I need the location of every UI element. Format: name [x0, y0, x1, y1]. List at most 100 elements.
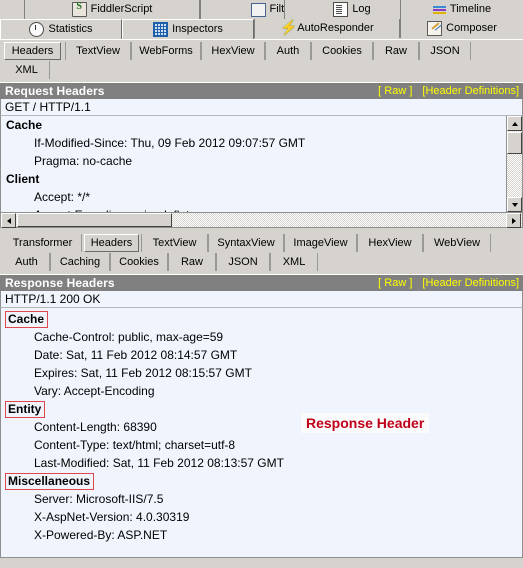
header-row: Expires: Sat, 11 Feb 2012 08:15:57 GMT: [34, 366, 252, 380]
header-row: X-AspNet-Version: 4.0.30319: [34, 510, 190, 524]
tab-label: Headers: [11, 45, 54, 57]
tab-label: ImageView: [293, 237, 348, 249]
tab-label: Caching: [59, 256, 101, 268]
tab-timeline[interactable]: Timeline: [400, 0, 523, 19]
status-line-field[interactable]: HTTP/1.1 200 OK: [0, 291, 523, 308]
tab-label: WebForms: [139, 45, 193, 57]
main-tab-strip: FiddlerScript Filters Log Timeline Stati…: [0, 0, 523, 40]
tab-label: Log: [352, 3, 371, 15]
header-row: Accept: */*: [34, 190, 91, 204]
tab-label: SyntaxView: [217, 237, 275, 249]
response-raw-link[interactable]: [ Raw ]: [378, 277, 412, 289]
clock-icon: [29, 22, 45, 37]
tab-autoresponder[interactable]: AutoResponder: [254, 19, 400, 38]
tab-fiddlerscript[interactable]: FiddlerScript: [24, 0, 200, 19]
filter-icon: [250, 2, 266, 17]
composer-icon: [427, 21, 443, 36]
request-vertical-scrollbar[interactable]: [506, 116, 522, 212]
tab-resp-raw[interactable]: Raw: [168, 253, 216, 271]
tab-label: Raw: [180, 256, 203, 268]
tab-req-headers[interactable]: Headers: [4, 42, 61, 60]
tab-label: JSON: [228, 256, 258, 268]
tab-label: WebView: [433, 237, 481, 249]
tab-resp-json[interactable]: JSON: [216, 253, 270, 271]
caret-down-icon: [511, 202, 518, 207]
tab-resp-auth[interactable]: Auth: [4, 253, 50, 271]
response-header-definitions-link[interactable]: [Header Definitions]: [422, 277, 519, 289]
scroll-thumb[interactable]: [507, 132, 522, 154]
fiddler-window: FiddlerScript Filters Log Timeline Stati…: [0, 0, 523, 568]
tab-label: TextView: [152, 237, 197, 249]
header-row: Content-Length: 68390: [34, 420, 157, 434]
request-headers-bar: Request Headers [ Raw ] [Header Definiti…: [0, 82, 523, 99]
response-header-annotation: Response Header: [301, 413, 430, 433]
tab-composer[interactable]: Composer: [400, 19, 523, 38]
scroll-down-button[interactable]: [507, 197, 522, 212]
tab-label: Cookies: [119, 256, 159, 268]
header-group-name: Entity: [5, 401, 46, 418]
tab-req-webforms[interactable]: WebForms: [131, 42, 201, 60]
scroll-up-button[interactable]: [507, 116, 522, 131]
header-row: Cache-Control: public, max-age=59: [34, 330, 224, 344]
header-row: Content-Type: text/html; charset=utf-8: [34, 438, 236, 452]
tab-req-cookies[interactable]: Cookies: [311, 42, 373, 60]
tab-label: Statistics: [48, 23, 93, 35]
tab-label: AutoResponder: [297, 22, 374, 34]
tab-label: FiddlerScript: [90, 3, 153, 15]
request-line-field[interactable]: GET / HTTP/1.1: [0, 99, 523, 116]
tab-req-xml[interactable]: XML: [4, 61, 50, 79]
tab-label: XML: [15, 64, 38, 76]
log-icon: [333, 2, 349, 17]
request-headers-list[interactable]: Cache If-Modified-Since: Thu, 09 Feb 201…: [0, 116, 523, 212]
tab-statistics[interactable]: Statistics: [0, 19, 122, 39]
tab-req-textview[interactable]: TextView: [65, 42, 131, 60]
header-row: Last-Modified: Sat, 11 Feb 2012 08:13:57…: [34, 456, 284, 470]
tab-req-raw[interactable]: Raw: [373, 42, 419, 60]
response-headers-list[interactable]: Cache Cache-Control: public, max-age=59 …: [0, 308, 523, 558]
tab-inspectors[interactable]: Inspectors: [122, 19, 254, 39]
response-headers-bar: Response Headers [ Raw ] [Header Definit…: [0, 274, 523, 291]
tab-resp-xml[interactable]: XML: [270, 253, 318, 271]
header-row: Vary: Accept-Encoding: [34, 384, 155, 398]
tab-label: Transformer: [12, 237, 73, 249]
header-row: Server: Microsoft-IIS/7.5: [34, 492, 164, 506]
tab-label: Inspectors: [172, 23, 223, 35]
response-tab-strip: Transformer Headers TextView SyntaxView …: [0, 232, 523, 274]
tab-resp-syntaxview[interactable]: SyntaxView: [208, 234, 284, 252]
tab-label: Auth: [15, 256, 38, 268]
tab-req-json[interactable]: JSON: [419, 42, 471, 60]
tab-label: Composer: [446, 22, 497, 34]
request-horizontal-scrollbar[interactable]: [0, 212, 523, 228]
request-tab-strip: Headers TextView WebForms HexView Auth C…: [0, 40, 523, 82]
inspectors-icon: [153, 22, 169, 37]
script-icon: [71, 1, 87, 17]
caret-right-icon: [511, 217, 516, 224]
header-group-name: Client: [6, 172, 40, 186]
request-raw-link[interactable]: [ Raw ]: [378, 85, 412, 97]
scroll-left-button[interactable]: [1, 213, 16, 228]
bolt-icon: [280, 19, 297, 36]
tab-resp-imageview[interactable]: ImageView: [284, 234, 357, 252]
tab-label: XML: [282, 256, 306, 268]
header-group-name: Cache: [6, 118, 43, 132]
tab-resp-transformer[interactable]: Transformer: [4, 234, 82, 252]
tab-req-hexview[interactable]: HexView: [201, 42, 265, 60]
tab-label: HexView: [368, 237, 412, 249]
tab-label: Auth: [276, 45, 300, 57]
tab-label: Timeline: [449, 3, 492, 15]
tab-resp-headers[interactable]: Headers: [84, 234, 139, 252]
tab-req-auth[interactable]: Auth: [265, 42, 311, 60]
tab-resp-cookies[interactable]: Cookies: [110, 253, 168, 271]
tab-resp-caching[interactable]: Caching: [50, 253, 110, 271]
request-header-definitions-link[interactable]: [Header Definitions]: [422, 85, 519, 97]
tab-resp-hexview[interactable]: HexView: [357, 234, 423, 252]
scroll-thumb[interactable]: [17, 213, 172, 227]
panel-title: Response Headers: [5, 276, 115, 290]
tab-resp-textview[interactable]: TextView: [141, 234, 208, 252]
tab-resp-webview[interactable]: WebView: [423, 234, 491, 252]
header-row: If-Modified-Since: Thu, 09 Feb 2012 09:0…: [34, 136, 306, 150]
caret-up-icon: [511, 121, 518, 126]
scroll-right-button[interactable]: [506, 213, 521, 228]
panel-title: Request Headers: [5, 84, 105, 98]
tab-label: Raw: [384, 45, 407, 57]
